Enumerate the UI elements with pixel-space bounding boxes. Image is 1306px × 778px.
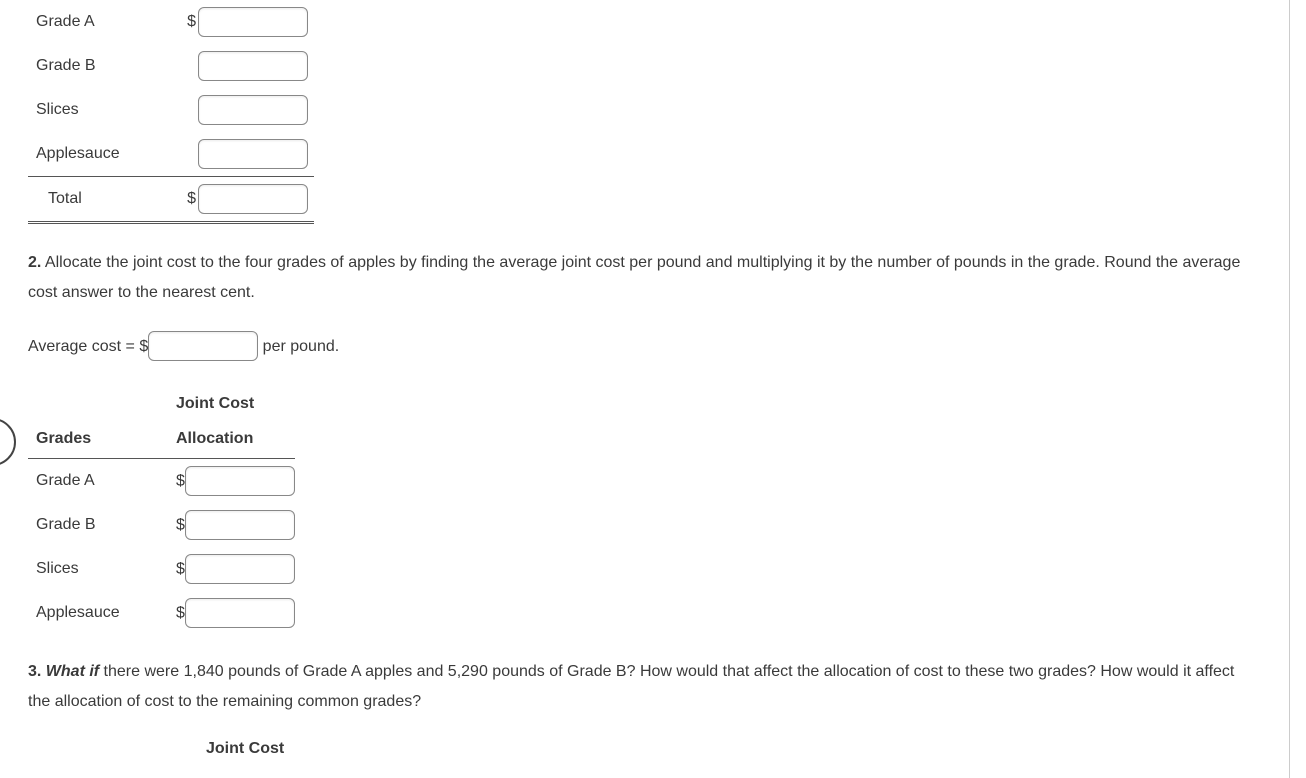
alloc-label-applesauce: Applesauce <box>28 591 176 635</box>
avg-suffix: per pound. <box>258 338 339 355</box>
currency-symbol: $ <box>176 177 198 223</box>
allocation-header-bottom: Allocation <box>176 423 295 459</box>
q3-whatif: What if <box>41 663 99 680</box>
row-label-grade-b: Grade B <box>28 44 176 88</box>
alloc-applesauce-input[interactable] <box>185 598 295 628</box>
alloc-label-grade-a: Grade A <box>28 458 176 503</box>
instruction-2: 2. Allocate the joint cost to the four g… <box>28 248 1261 309</box>
total-input[interactable] <box>198 184 308 214</box>
avg-prefix: Average cost = $ <box>28 338 148 355</box>
allocation-header-top: Joint Cost <box>176 389 295 423</box>
instruction-3: 3. What if there were 1,840 pounds of Gr… <box>28 657 1261 718</box>
q2-text: Allocate the joint cost to the four grad… <box>28 254 1240 301</box>
currency-symbol: $ <box>176 472 185 489</box>
q2-number: 2. <box>28 254 41 271</box>
question-content: Grade A $ Grade B Slices Applesauce Tota… <box>0 0 1290 778</box>
average-cost-line: Average cost = $ per pound. <box>28 331 1261 363</box>
alloc-label-slices: Slices <box>28 547 176 591</box>
allocation-table: Joint Cost Grades Allocation Grade A $ G… <box>28 389 295 635</box>
row-label-applesauce: Applesauce <box>28 132 176 177</box>
grade-a-input[interactable] <box>198 7 308 37</box>
average-cost-input[interactable] <box>148 331 258 361</box>
slices-input[interactable] <box>198 95 308 125</box>
alloc-grade-b-input[interactable] <box>185 510 295 540</box>
row-label-slices: Slices <box>28 88 176 132</box>
alloc-label-grade-b: Grade B <box>28 503 176 547</box>
grade-b-input[interactable] <box>198 51 308 81</box>
currency-symbol: $ <box>176 516 185 533</box>
bottom-joint-cost-header: Joint Cost <box>28 740 1261 758</box>
applesauce-input[interactable] <box>198 139 308 169</box>
revenue-table: Grade A $ Grade B Slices Applesauce Tota… <box>28 0 314 224</box>
currency-symbol: $ <box>176 604 185 621</box>
alloc-grade-a-input[interactable] <box>185 466 295 496</box>
row-label-total: Total <box>28 177 176 223</box>
currency-symbol: $ <box>176 560 185 577</box>
currency-symbol: $ <box>176 0 198 44</box>
grades-header: Grades <box>28 423 176 459</box>
q3-text: there were 1,840 pounds of Grade A apple… <box>28 663 1234 710</box>
row-label-grade-a: Grade A <box>28 0 176 44</box>
q3-number: 3. <box>28 663 41 680</box>
alloc-slices-input[interactable] <box>185 554 295 584</box>
